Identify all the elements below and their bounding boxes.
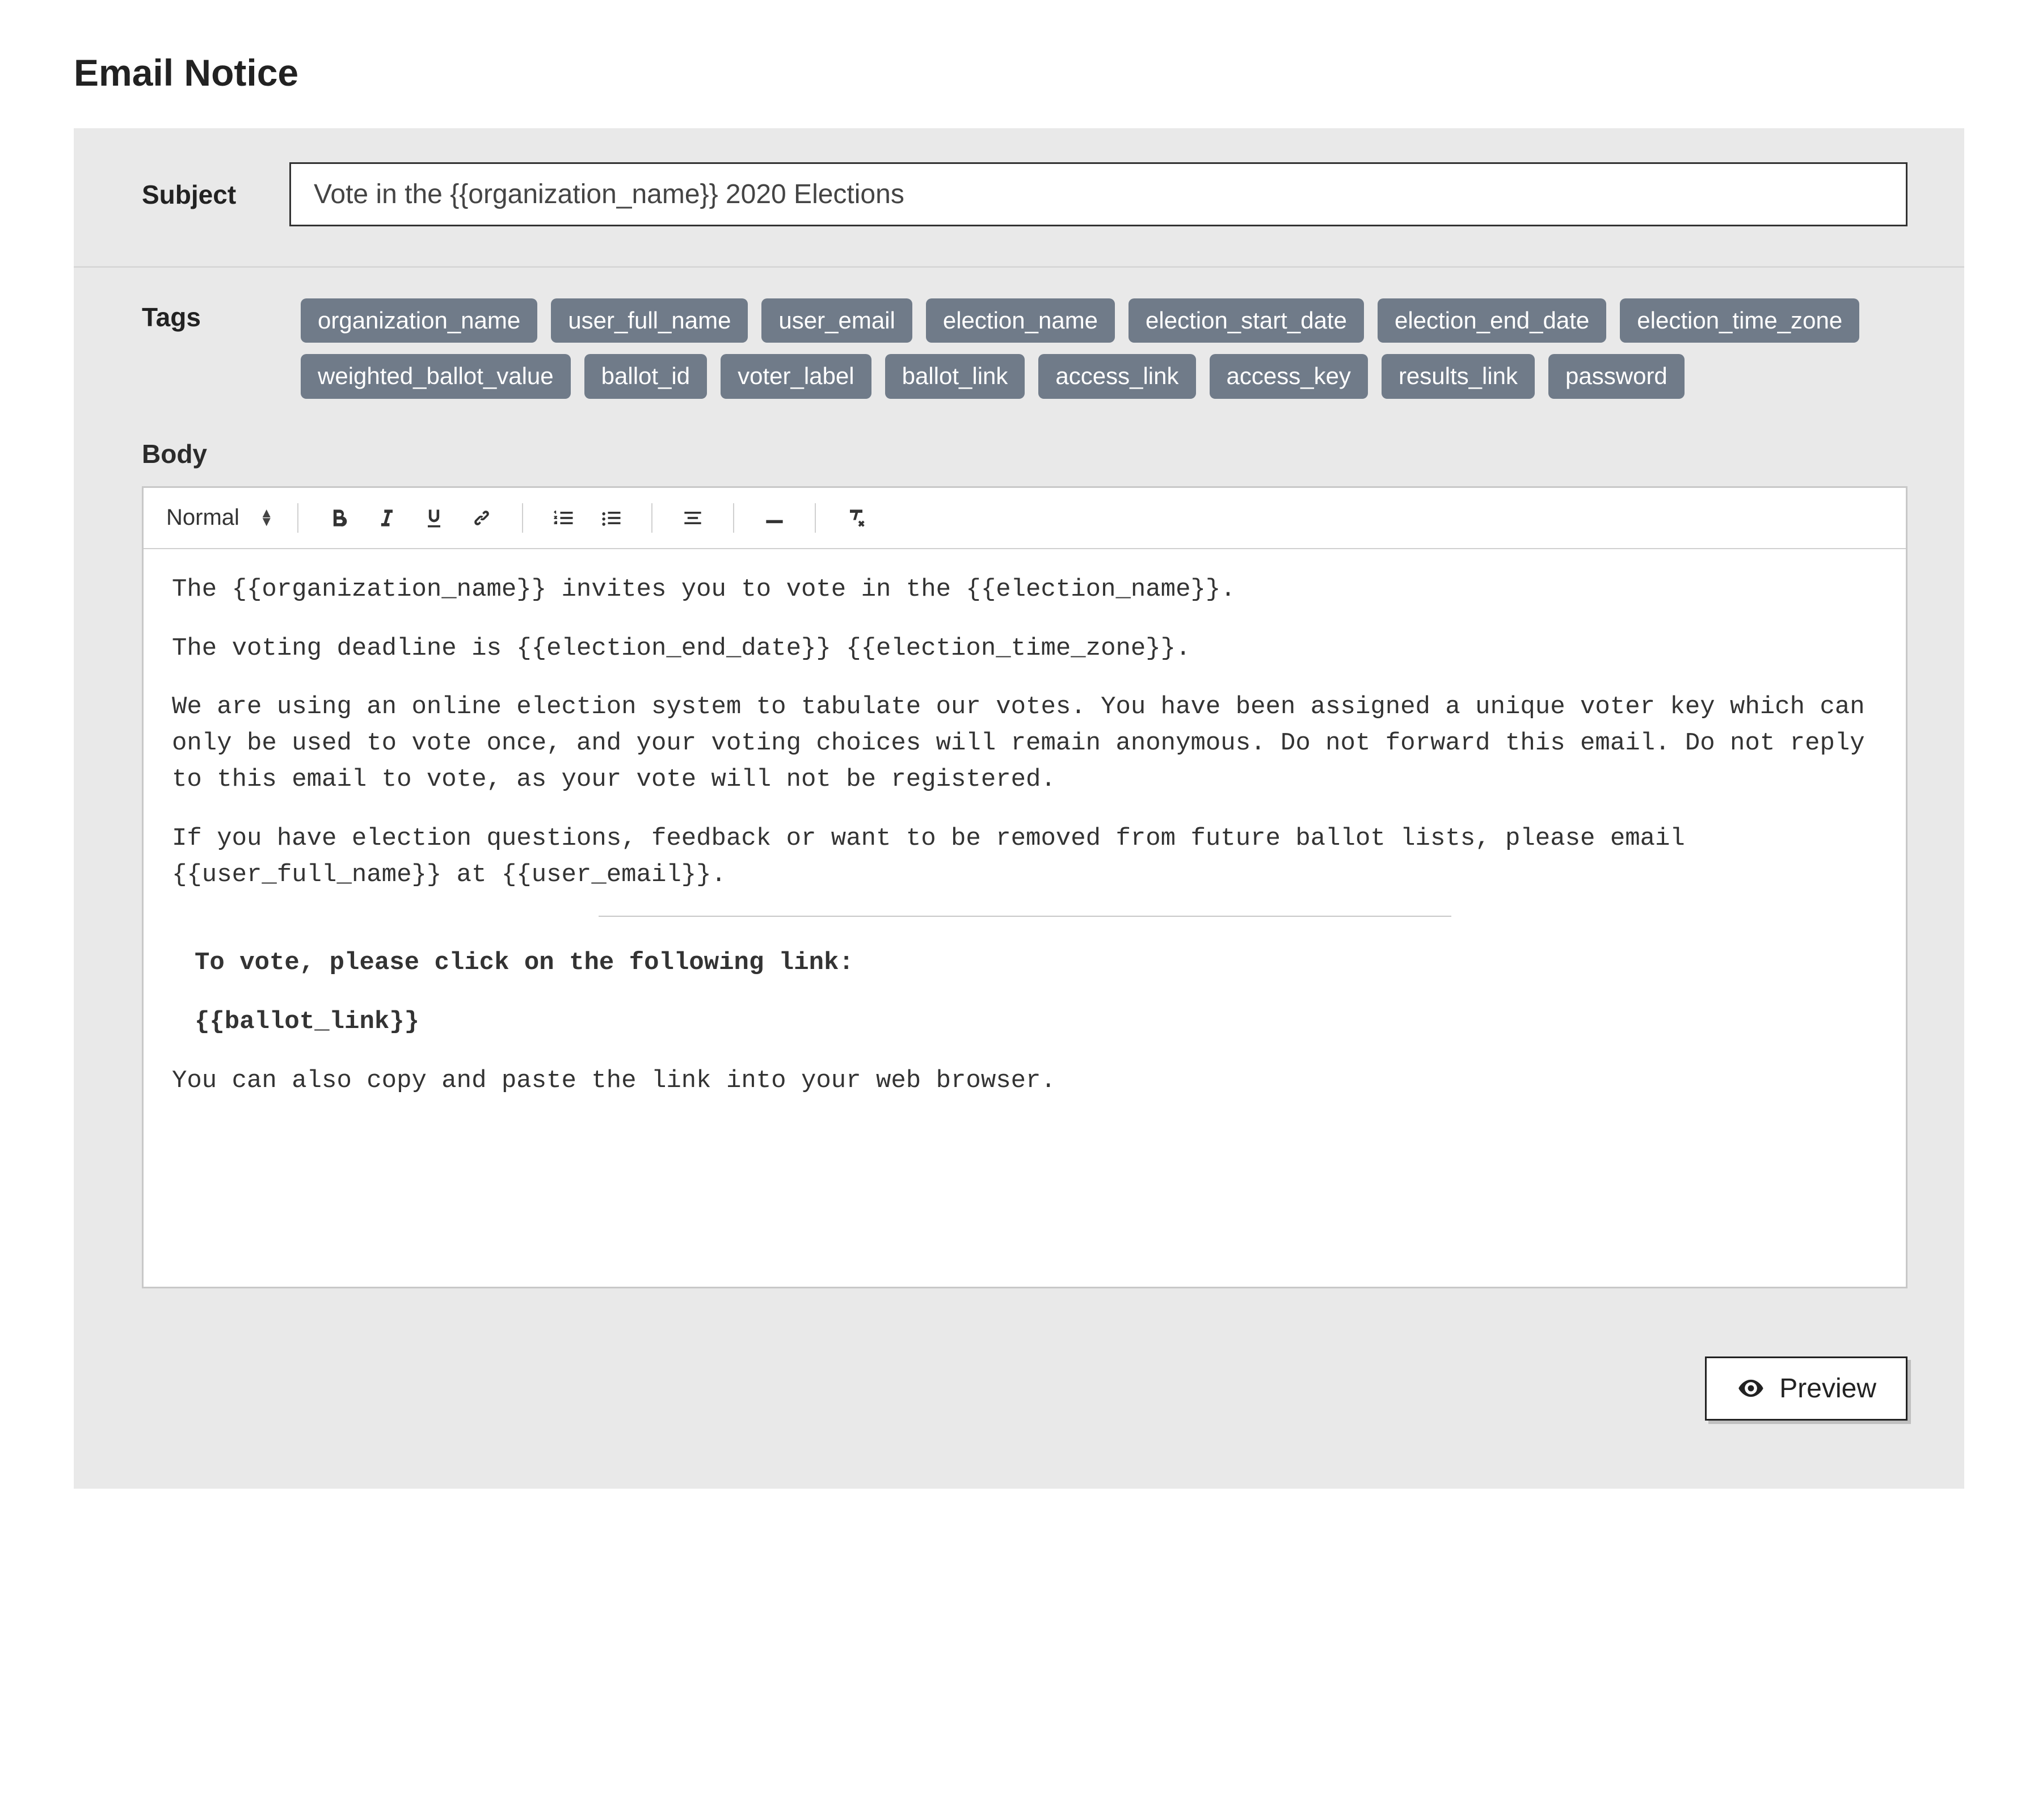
tag-user-full-name[interactable]: user_full_name xyxy=(551,298,748,343)
tag-election-name[interactable]: election_name xyxy=(926,298,1115,343)
tag-ballot-link[interactable]: ballot_link xyxy=(885,354,1025,398)
tag-user-email[interactable]: user_email xyxy=(761,298,912,343)
tag-election-time-zone[interactable]: election_time_zone xyxy=(1620,298,1859,343)
italic-icon xyxy=(374,505,399,530)
body-paragraph: You can also copy and paste the link int… xyxy=(172,1063,1877,1099)
body-horizontal-rule xyxy=(599,916,1451,917)
clear-formatting-button[interactable] xyxy=(840,502,873,534)
horizontal-rule-icon xyxy=(762,505,787,530)
format-select[interactable]: Normal ▲▼ xyxy=(166,505,273,530)
horizontal-rule-button[interactable] xyxy=(758,502,791,534)
body-section: Body Normal ▲▼ xyxy=(74,422,1964,1328)
preview-button-label: Preview xyxy=(1779,1373,1876,1404)
align-button[interactable] xyxy=(676,502,709,534)
toolbar-separator xyxy=(297,503,298,533)
underline-button[interactable] xyxy=(418,502,450,534)
chevron-updown-icon: ▲▼ xyxy=(260,509,273,526)
tag-voter-label[interactable]: voter_label xyxy=(721,354,871,398)
ordered-list-button[interactable] xyxy=(547,502,580,534)
body-paragraph: We are using an online election system t… xyxy=(172,689,1877,798)
eye-icon xyxy=(1736,1374,1766,1403)
editor-toolbar: Normal ▲▼ xyxy=(144,488,1906,549)
body-paragraph-bold: To vote, please click on the following l… xyxy=(172,945,1877,981)
subject-label: Subject xyxy=(142,179,289,210)
toolbar-separator xyxy=(815,503,816,533)
tag-election-end-date[interactable]: election_end_date xyxy=(1378,298,1606,343)
body-paragraph-bold: {{ballot_link}} xyxy=(172,1004,1877,1040)
bold-icon xyxy=(326,505,351,530)
italic-button[interactable] xyxy=(370,502,403,534)
tag-access-key[interactable]: access_key xyxy=(1210,354,1368,398)
toolbar-separator xyxy=(733,503,734,533)
clear-formatting-icon xyxy=(844,505,869,530)
body-paragraph: If you have election questions, feedback… xyxy=(172,821,1877,894)
subject-input[interactable] xyxy=(289,162,1908,226)
body-paragraph: The {{organization_name}} invites you to… xyxy=(172,572,1877,608)
tag-password[interactable]: password xyxy=(1548,354,1685,398)
preview-button[interactable]: Preview xyxy=(1705,1356,1908,1421)
unordered-list-icon xyxy=(599,505,624,530)
rich-text-editor: Normal ▲▼ xyxy=(142,486,1908,1288)
body-paragraph: The voting deadline is {{election_end_da… xyxy=(172,631,1877,667)
tags-label: Tags xyxy=(142,302,289,332)
panel-footer: Preview xyxy=(74,1328,1964,1489)
body-label: Body xyxy=(142,439,1908,469)
page-title: Email Notice xyxy=(74,51,1964,94)
link-button[interactable] xyxy=(465,502,498,534)
tag-results-link[interactable]: results_link xyxy=(1382,354,1535,398)
tag-organization-name[interactable]: organization_name xyxy=(301,298,537,343)
align-icon xyxy=(680,505,705,530)
tag-weighted-ballot-value[interactable]: weighted_ballot_value xyxy=(301,354,571,398)
tags-list: organization_name user_full_name user_em… xyxy=(301,298,1908,399)
tag-access-link[interactable]: access_link xyxy=(1038,354,1195,398)
unordered-list-button[interactable] xyxy=(595,502,628,534)
toolbar-separator xyxy=(651,503,652,533)
subject-row: Subject xyxy=(74,128,1964,268)
toolbar-separator xyxy=(522,503,523,533)
email-notice-panel: Subject Tags organization_name user_full… xyxy=(74,128,1964,1489)
format-select-label: Normal xyxy=(166,505,239,530)
tag-election-start-date[interactable]: election_start_date xyxy=(1129,298,1364,343)
tags-row: Tags organization_name user_full_name us… xyxy=(74,268,1964,422)
tag-ballot-id[interactable]: ballot_id xyxy=(584,354,707,398)
underline-icon xyxy=(422,505,447,530)
bold-button[interactable] xyxy=(322,502,355,534)
editor-body[interactable]: The {{organization_name}} invites you to… xyxy=(144,549,1906,1287)
link-icon xyxy=(469,505,494,530)
ordered-list-icon xyxy=(551,505,576,530)
